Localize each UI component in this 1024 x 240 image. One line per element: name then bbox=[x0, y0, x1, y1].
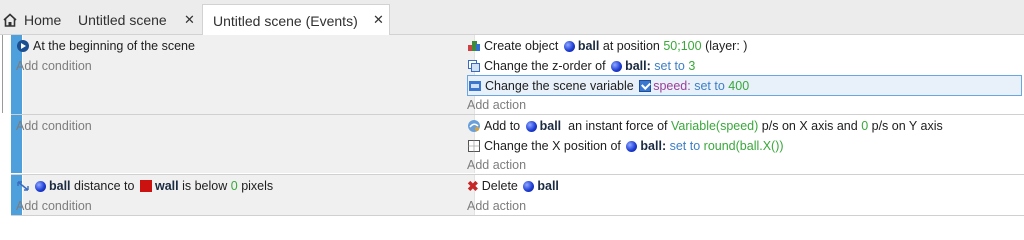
close-icon[interactable]: ✕ bbox=[373, 12, 384, 28]
ball-object-icon bbox=[626, 140, 638, 152]
object-name: ball bbox=[625, 59, 647, 73]
object-name: ball bbox=[577, 39, 600, 53]
tab-scene-events-label: Untitled scene (Events) bbox=[213, 12, 358, 29]
operator-text: set to bbox=[669, 139, 701, 153]
operator-text: set to bbox=[654, 59, 685, 73]
condition-text: is below bbox=[182, 179, 228, 193]
ball-object-icon bbox=[525, 120, 537, 132]
wall-object-icon bbox=[139, 180, 152, 192]
event-separator bbox=[11, 215, 1024, 216]
action-text: an instant force of bbox=[568, 119, 668, 133]
tab-home-label: Home bbox=[24, 11, 62, 28]
variable-name: speed bbox=[653, 78, 688, 93]
action-text: p/s on Y axis bbox=[871, 119, 943, 133]
variable-icon bbox=[639, 79, 652, 92]
operator-text: set to bbox=[694, 78, 725, 93]
action-text: Delete bbox=[481, 179, 518, 193]
home-icon bbox=[3, 12, 17, 27]
action-change-zorder[interactable]: Change the z-order of ball: set to 3 bbox=[467, 56, 695, 76]
value-text: round(ball.X()) bbox=[703, 139, 784, 153]
delete-icon: ✖ bbox=[467, 177, 479, 194]
condition-text: pixels bbox=[241, 179, 274, 193]
value-text: Variable(speed) bbox=[670, 119, 759, 133]
add-action-link[interactable]: Add action bbox=[467, 155, 526, 175]
action-add-force[interactable]: Add to ball an instant force of Variable… bbox=[467, 116, 943, 136]
add-condition-link[interactable]: Add condition bbox=[16, 56, 92, 76]
create-object-icon bbox=[468, 41, 480, 51]
add-condition-link[interactable]: Add condition bbox=[16, 116, 92, 136]
object-name: ball bbox=[49, 179, 71, 193]
tree-line bbox=[2, 35, 3, 113]
add-action-link[interactable]: Add action bbox=[467, 95, 526, 115]
scene-variable-icon bbox=[469, 80, 481, 91]
close-icon[interactable]: ✕ bbox=[184, 12, 195, 28]
tab-scene[interactable]: Untitled scene ✕ bbox=[66, 4, 202, 35]
action-delete-object[interactable]: ✖ Delete ball bbox=[467, 176, 559, 196]
value-text: 50;100 bbox=[663, 39, 702, 53]
position-icon bbox=[468, 140, 480, 152]
distance-icon bbox=[17, 181, 29, 191]
value-text: 400 bbox=[728, 78, 750, 93]
condition-text: At the beginning of the scene bbox=[33, 39, 195, 53]
tab-scene-label: Untitled scene bbox=[78, 11, 167, 28]
action-text: Create object bbox=[484, 39, 559, 53]
object-name: ball bbox=[539, 119, 562, 133]
action-text: Add to bbox=[484, 119, 521, 133]
add-condition-link[interactable]: Add condition bbox=[16, 196, 92, 216]
object-name: wall bbox=[154, 179, 179, 193]
value-text: 0 bbox=[861, 119, 869, 133]
add-action-link[interactable]: Add action bbox=[467, 196, 526, 216]
value-text: 0 bbox=[230, 179, 238, 193]
action-text: Change the scene variable bbox=[485, 78, 634, 93]
ball-object-icon bbox=[523, 180, 535, 192]
ball-object-icon bbox=[35, 180, 46, 192]
events-sheet: At the beginning of the scene Add condit… bbox=[0, 35, 1024, 222]
action-change-x-position[interactable]: Change the X position of ball: set to ro… bbox=[467, 136, 784, 156]
action-text: Change the z-order of bbox=[484, 59, 606, 73]
condition-begin-scene[interactable]: At the beginning of the scene bbox=[16, 36, 195, 56]
object-name: ball bbox=[640, 139, 662, 153]
ball-object-icon bbox=[611, 60, 623, 72]
action-text: (layer: ) bbox=[705, 39, 748, 53]
action-text: Change the X position of bbox=[484, 139, 621, 153]
tab-home[interactable]: Home bbox=[0, 4, 66, 35]
value-text: 3 bbox=[688, 59, 696, 73]
object-name: ball bbox=[537, 179, 559, 193]
action-create-object[interactable]: Create object ball at position 50;100 (l… bbox=[467, 36, 747, 56]
tab-scene-events[interactable]: Untitled scene (Events) ✕ bbox=[202, 4, 390, 36]
ball-object-icon bbox=[563, 40, 575, 52]
condition-distance[interactable]: ball distance to wall is below 0 pixels bbox=[16, 176, 273, 196]
force-icon bbox=[468, 120, 480, 132]
tab-bar: Home Untitled scene ✕ Untitled scene (Ev… bbox=[0, 0, 1024, 36]
condition-text: distance to bbox=[74, 179, 135, 193]
action-text: p/s on X axis and bbox=[761, 119, 858, 133]
action-text: at position bbox=[602, 39, 660, 53]
action-change-scene-variable[interactable]: Change the scene variable speed: set to … bbox=[467, 75, 1022, 96]
scene-start-icon bbox=[17, 40, 29, 52]
zorder-icon bbox=[468, 60, 480, 72]
